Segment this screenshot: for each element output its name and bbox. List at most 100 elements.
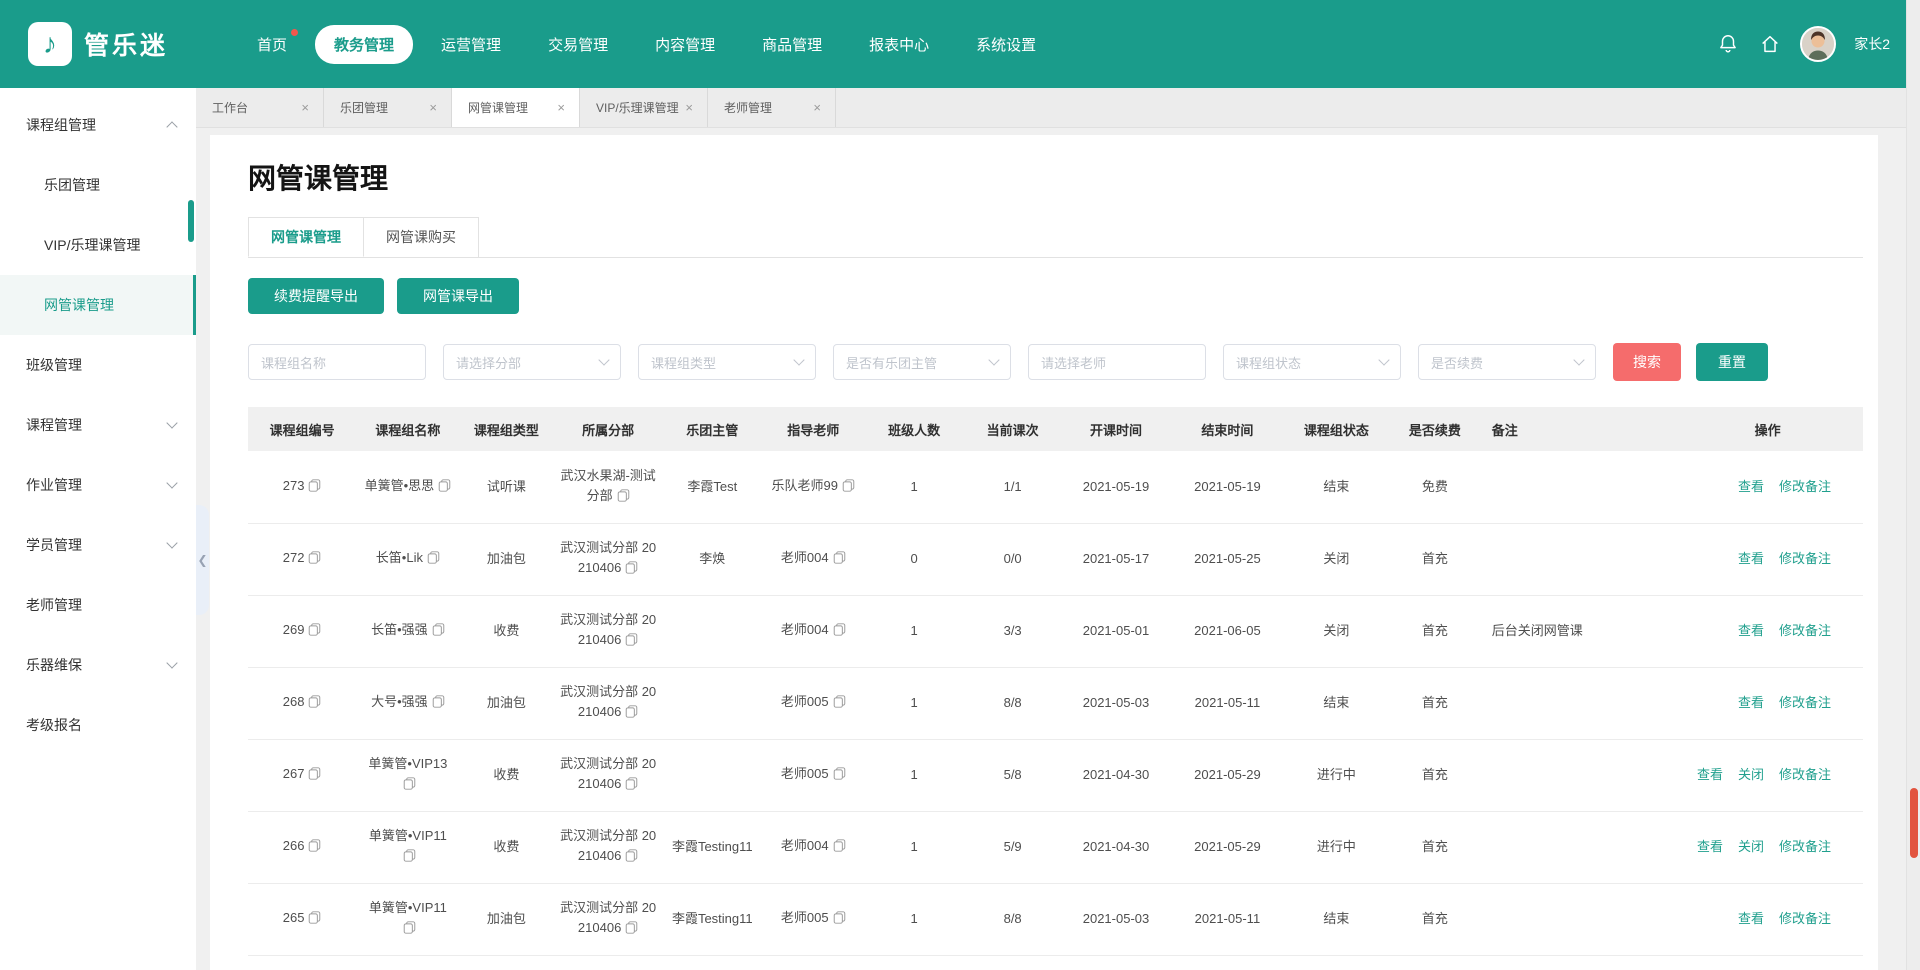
nav-item-5[interactable]: 内容管理 (636, 25, 734, 64)
copy-icon[interactable] (625, 560, 638, 580)
close-icon[interactable]: × (555, 99, 567, 116)
reset-button[interactable]: 重置 (1696, 343, 1768, 381)
nav-item-6[interactable]: 商品管理 (743, 25, 841, 64)
copy-icon[interactable] (403, 776, 416, 796)
nav-item-3[interactable]: 运营管理 (422, 25, 520, 64)
nav-item-1[interactable]: 首页 (238, 25, 306, 64)
copy-icon[interactable] (432, 694, 445, 714)
action-link-查看[interactable]: 查看 (1738, 551, 1764, 566)
copy-icon[interactable] (833, 550, 846, 570)
action-link-关闭[interactable]: 关闭 (1738, 767, 1764, 782)
copy-icon[interactable] (833, 766, 846, 786)
sidebar-collapse-handle[interactable]: ❮ (196, 505, 209, 615)
sidebar-item-班级管理[interactable]: 班级管理 (0, 335, 196, 395)
nav-item-2[interactable]: 教务管理 (315, 25, 413, 64)
copy-icon[interactable] (438, 478, 451, 498)
bell-icon[interactable] (1716, 32, 1740, 56)
close-icon[interactable]: × (299, 99, 311, 116)
copy-icon[interactable] (833, 694, 846, 714)
sidebar-item-网管课管理[interactable]: 网管课管理 (0, 275, 196, 335)
open-tab-5[interactable]: 老师管理× (708, 88, 836, 127)
action-link-查看[interactable]: 查看 (1697, 839, 1723, 854)
sidebar-item-课程管理[interactable]: 课程管理 (0, 395, 196, 455)
copy-icon[interactable] (625, 632, 638, 652)
action-link-查看[interactable]: 查看 (1697, 767, 1723, 782)
filter-input-1[interactable]: 课程组名称 (248, 344, 426, 380)
open-tab-3[interactable]: 网管课管理× (452, 88, 580, 127)
close-icon[interactable]: × (811, 99, 823, 116)
nav-item-4[interactable]: 交易管理 (529, 25, 627, 64)
subtab-2[interactable]: 网管课购买 (364, 217, 479, 257)
copy-icon[interactable] (403, 848, 416, 868)
filter-input-5[interactable]: 请选择老师 (1028, 344, 1206, 380)
copy-icon[interactable] (833, 910, 846, 930)
action-link-关闭[interactable]: 关闭 (1738, 839, 1764, 854)
brand[interactable]: ♪ 管乐迷 (28, 22, 168, 66)
action-link-修改备注[interactable]: 修改备注 (1779, 767, 1831, 782)
cell-type: 试听课 (460, 451, 554, 523)
sidebar-item-课程组管理[interactable]: 课程组管理 (0, 95, 196, 155)
filter-select-7[interactable]: 是否续费 (1418, 344, 1596, 380)
open-tab-1[interactable]: 工作台× (196, 88, 324, 127)
copy-icon[interactable] (308, 550, 321, 570)
copy-icon[interactable] (625, 704, 638, 724)
action-link-查看[interactable]: 查看 (1738, 911, 1764, 926)
page-scrollbar-thumb[interactable] (1910, 788, 1918, 858)
action-link-修改备注[interactable]: 修改备注 (1779, 911, 1831, 926)
action-link-修改备注[interactable]: 修改备注 (1779, 839, 1831, 854)
filter-select-6[interactable]: 课程组状态 (1223, 344, 1401, 380)
search-button[interactable]: 搜索 (1613, 343, 1681, 381)
copy-icon[interactable] (308, 838, 321, 858)
action-link-修改备注[interactable]: 修改备注 (1779, 479, 1831, 494)
nav-item-7[interactable]: 报表中心 (850, 25, 948, 64)
copy-icon[interactable] (625, 848, 638, 868)
sidebar-item-学员管理[interactable]: 学员管理 (0, 515, 196, 575)
copy-icon[interactable] (833, 838, 846, 858)
user-menu[interactable]: 家长2 (1854, 34, 1890, 54)
action-link-修改备注[interactable]: 修改备注 (1779, 695, 1831, 710)
copy-icon[interactable] (617, 488, 630, 508)
action-link-查看[interactable]: 查看 (1738, 623, 1764, 638)
open-tab-2[interactable]: 乐团管理× (324, 88, 452, 127)
copy-icon[interactable] (625, 920, 638, 940)
copy-icon[interactable] (842, 478, 855, 498)
subtab-1[interactable]: 网管课管理 (248, 217, 364, 257)
avatar[interactable] (1800, 26, 1836, 62)
action-link-查看[interactable]: 查看 (1738, 479, 1764, 494)
action-link-修改备注[interactable]: 修改备注 (1779, 551, 1831, 566)
home-icon[interactable] (1758, 32, 1782, 56)
cell-start: 2021-05-01 (1062, 595, 1170, 667)
sidebar-item-作业管理[interactable]: 作业管理 (0, 455, 196, 515)
copy-icon[interactable] (403, 920, 416, 940)
sidebar-item-考级报名[interactable]: 考级报名 (0, 695, 196, 755)
filter-select-4[interactable]: 是否有乐团主管 (833, 344, 1011, 380)
action-link-修改备注[interactable]: 修改备注 (1779, 623, 1831, 638)
copy-icon[interactable] (432, 622, 445, 642)
cell-renew: 首充 (1388, 595, 1482, 667)
copy-icon[interactable] (308, 766, 321, 786)
copy-icon[interactable] (308, 622, 321, 642)
copy-icon[interactable] (427, 550, 440, 570)
copy-icon[interactable] (308, 910, 321, 930)
open-tab-4[interactable]: VIP/乐理课管理× (580, 88, 708, 127)
sidebar-scrollbar-thumb[interactable] (188, 200, 194, 242)
action-link-查看[interactable]: 查看 (1738, 695, 1764, 710)
filter-select-2[interactable]: 请选择分部 (443, 344, 621, 380)
nav-item-8[interactable]: 系统设置 (957, 25, 1055, 64)
copy-icon[interactable] (625, 776, 638, 796)
export-button-2[interactable]: 网管课导出 (397, 278, 519, 314)
sidebar-item-乐团管理[interactable]: 乐团管理 (0, 155, 196, 215)
copy-icon[interactable] (308, 478, 321, 498)
sidebar-item-VIP/乐理课管理[interactable]: VIP/乐理课管理 (0, 215, 196, 275)
export-button-1[interactable]: 续费提醒导出 (248, 278, 384, 314)
copy-icon[interactable] (833, 622, 846, 642)
close-icon[interactable]: × (683, 99, 695, 116)
close-icon[interactable]: × (427, 99, 439, 116)
sidebar-item-老师管理[interactable]: 老师管理 (0, 575, 196, 635)
cell-start: 2021-05-03 (1062, 883, 1170, 955)
page-scrollbar[interactable] (1906, 0, 1920, 970)
column-header-students: 班级人数 (865, 407, 964, 451)
copy-icon[interactable] (308, 694, 321, 714)
filter-select-3[interactable]: 课程组类型 (638, 344, 816, 380)
sidebar-item-乐器维保[interactable]: 乐器维保 (0, 635, 196, 695)
